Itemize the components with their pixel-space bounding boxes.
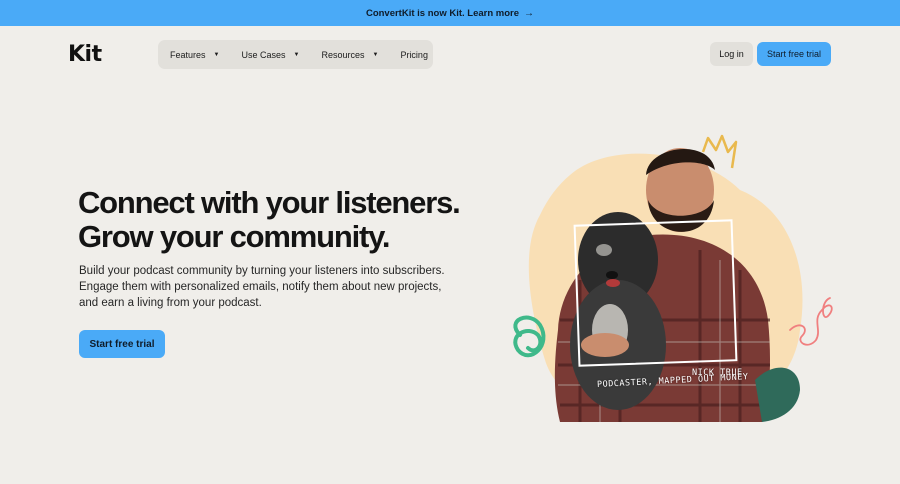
site-header: Kit Features ▼ Use Cases ▼ Resources ▼ P… [0, 26, 900, 84]
nav-item-label: Pricing [400, 49, 428, 60]
nav-item-label: Resources [321, 49, 365, 60]
nav-item-use-cases[interactable]: Use Cases ▼ [241, 50, 299, 60]
hero-subcopy: Build your podcast community by turning … [79, 265, 445, 309]
caret-down-icon: ▼ [372, 51, 379, 58]
arrow-right-icon: → [524, 7, 535, 19]
nav-item-pricing[interactable]: Pricing [400, 50, 428, 60]
start-trial-button-hero[interactable]: Start free trial [79, 330, 165, 358]
main-nav: Features ▼ Use Cases ▼ Resources ▼ Prici… [158, 40, 433, 69]
teal-accent [755, 367, 800, 422]
nav-item-resources[interactable]: Resources ▼ [321, 50, 378, 60]
headline-line-2: Grow your community. [78, 219, 390, 254]
nav-item-label: Use Cases [241, 49, 286, 60]
kit-logo[interactable]: Kit [68, 42, 102, 67]
hero-headline: Connect with your listeners. Grow your c… [78, 186, 498, 254]
green-squiggle [513, 315, 546, 358]
headline-line-1: Connect with your listeners. [78, 185, 461, 220]
caret-down-icon: ▼ [293, 51, 300, 58]
nav-item-label: Features [170, 49, 206, 60]
caret-down-icon: ▼ [213, 51, 220, 58]
nav-item-features[interactable]: Features ▼ [170, 50, 219, 60]
start-trial-button-header[interactable]: Start free trial [757, 42, 831, 66]
announcement-banner[interactable]: ConvertKit is now Kit. Learn more → [0, 0, 900, 26]
login-button[interactable]: Log in [710, 42, 753, 66]
banner-text: ConvertKit is now Kit. Learn more [365, 7, 520, 19]
